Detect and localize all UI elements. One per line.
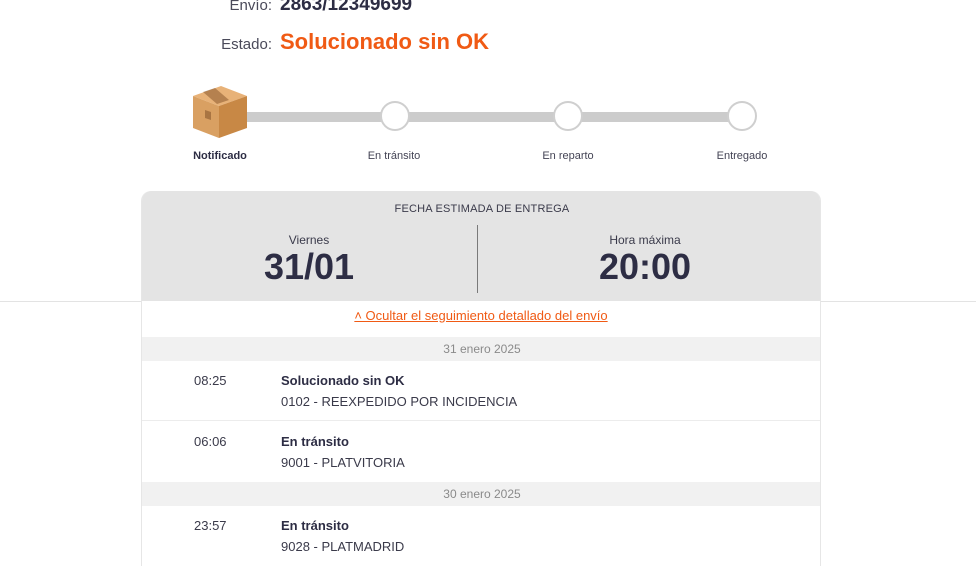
hide-tracking-details-link[interactable]: ˄ Ocultar el seguimiento detallado del e… bbox=[142, 308, 820, 323]
event-status: Solucionado sin OK bbox=[281, 373, 405, 388]
estado-value: Solucionado sin OK bbox=[280, 29, 490, 54]
tracking-event-row: 06:06 En tránsito 9001 - PLATVITORIA bbox=[142, 422, 820, 482]
shipment-number-row: Envío: 2863/12349699 bbox=[0, 0, 520, 16]
envio-value: 2863/12349699 bbox=[280, 0, 413, 15]
event-time: 08:25 bbox=[194, 373, 227, 388]
tracking-event-row: 23:57 En tránsito 9028 - PLATMADRID bbox=[142, 506, 820, 566]
event-status: En tránsito bbox=[281, 434, 349, 449]
event-detail: 9001 - PLATVITORIA bbox=[281, 455, 405, 470]
step-circle-en-reparto bbox=[553, 101, 583, 131]
event-detail: 0102 - REEXPEDIDO POR INCIDENCIA bbox=[281, 394, 518, 409]
delivery-time-value: 20:00 bbox=[598, 246, 692, 287]
event-time: 23:57 bbox=[194, 518, 227, 533]
delivery-time-block: Hora máxima 20:00 bbox=[478, 233, 812, 287]
event-time: 06:06 bbox=[194, 434, 227, 449]
step-label-entregado: Entregado bbox=[716, 150, 768, 162]
event-detail: 9028 - PLATMADRID bbox=[281, 539, 405, 554]
delivery-estimate-title: FECHA ESTIMADA DE ENTREGA bbox=[394, 203, 570, 215]
tracking-progress: Notificado En tránsito En reparto Entreg… bbox=[170, 82, 790, 172]
package-box-icon bbox=[193, 86, 247, 138]
shipment-status-row: Estado: Solucionado sin OK bbox=[0, 29, 520, 55]
event-status: En tránsito bbox=[281, 518, 349, 533]
delivery-estimate-panel: FECHA ESTIMADA DE ENTREGA Viernes 31/01 … bbox=[142, 191, 820, 301]
step-label-en-reparto: En reparto bbox=[542, 150, 594, 162]
tracking-event-row: 08:25 Solucionado sin OK 0102 - REEXPEDI… bbox=[142, 361, 820, 421]
delivery-day-label: Viernes bbox=[288, 233, 330, 247]
tracking-card: FECHA ESTIMADA DE ENTREGA Viernes 31/01 … bbox=[141, 191, 821, 566]
delivery-date-value: 31/01 bbox=[263, 246, 355, 287]
step-label-notificado: Notificado bbox=[193, 150, 247, 162]
delivery-time-label: Hora máxima bbox=[609, 233, 681, 247]
progress-track bbox=[218, 112, 742, 122]
step-circle-entregado bbox=[727, 101, 757, 131]
step-label-en-transito: En tránsito bbox=[367, 150, 421, 162]
envio-label: Envío: bbox=[229, 0, 272, 14]
delivery-date-block: Viernes 31/01 bbox=[142, 233, 476, 287]
estado-label: Estado: bbox=[221, 36, 272, 53]
date-separator: 30 enero 2025 bbox=[142, 482, 820, 506]
step-circle-en-transito bbox=[380, 101, 410, 131]
date-separator: 31 enero 2025 bbox=[142, 337, 820, 361]
